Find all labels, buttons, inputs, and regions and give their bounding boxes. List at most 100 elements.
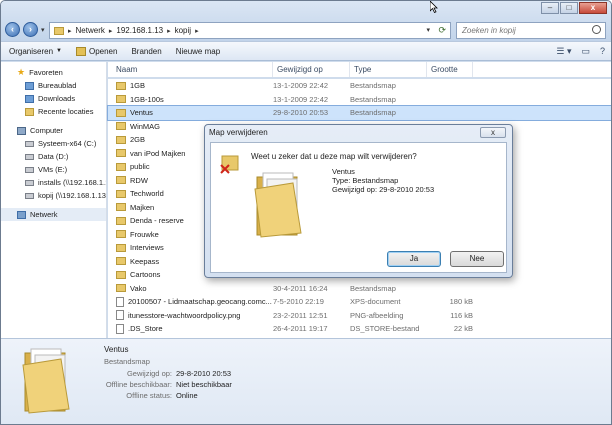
folder-icon [116,162,126,171]
large-folder-icon [254,172,302,238]
file-name-cell: 1GB-100s [108,95,273,104]
preview-pane-icon[interactable]: ▭ [581,46,590,57]
column-header-type[interactable]: Type [350,62,427,77]
chevron-down-icon: ▼ [56,48,62,54]
file-row[interactable]: Vako 30-4-2011 16:24 Bestandsmap [108,282,611,296]
nav-downloads[interactable]: Downloads [1,92,106,105]
column-header-date[interactable]: Gewijzigd op [273,62,350,77]
nav-computer[interactable]: Computer [1,124,106,137]
details-modified-row: Gewijzigd op: 29-8-2010 20:53 [61,369,261,378]
file-name: 1GB [130,81,146,91]
folder-icon [116,95,126,104]
title-bar: – □ x ‹ › ▾ ▸ Netwerk ▸ 192.168.1.13 ▸ k… [1,1,611,41]
folder-icon [116,243,126,252]
chevron-right-icon[interactable]: ▸ [167,27,171,35]
file-name: Interviews [130,243,164,253]
nav-drive-d[interactable]: Data (D:) [1,150,106,163]
nav-favorites[interactable]: ★ Favoreten [1,66,106,79]
drive-icon [25,140,34,147]
nav-drive-kopij[interactable]: kopij (\\192.168.1.13 [1,189,106,202]
file-name-cell: Ventus [108,108,273,117]
no-button[interactable]: Nee [450,251,504,267]
nav-label: Computer [30,126,63,135]
breadcrumb-kopij[interactable]: kopij [175,26,191,35]
file-row[interactable]: 1GB-100s 13-1-2009 22:42 Bestandsmap [108,93,611,107]
file-row[interactable]: 1GB 13-1-2009 22:42 Bestandsmap [108,79,611,93]
file-type: Bestandsmap [350,94,396,104]
column-header-size[interactable]: Grootte [427,62,473,77]
folder-icon [116,108,126,117]
refresh-icon[interactable]: ⟳ [438,25,446,36]
yes-button[interactable]: Ja [387,251,441,267]
nav-recent[interactable]: Recente locaties [1,105,106,118]
nav-drive-c[interactable]: Systeem-x64 (C:) [1,137,106,150]
file-date: 13-1-2009 22:42 [273,81,329,91]
search-input[interactable]: Zoeken in kopij [456,22,606,39]
burn-button[interactable]: Branden [131,47,161,56]
file-date: 26-4-2011 19:17 [273,324,328,334]
nav-drive-installs[interactable]: installs (\\192.168.1.13 [1,176,106,189]
breadcrumb-host[interactable]: 192.168.1.13 [116,26,163,35]
column-header-name[interactable]: Naam [108,62,273,77]
nav-label: Systeem-x64 (C:) [38,139,97,148]
back-button[interactable]: ‹ [5,22,20,37]
file-row[interactable]: Ventus 29-8-2010 20:53 Bestandsmap [107,105,611,121]
window-controls: – □ x [540,2,607,14]
document-icon [116,310,124,321]
details-value: Online [176,391,198,400]
details-offline-status-row: Offline status: Online [61,391,261,400]
file-name: Vako [130,283,147,293]
file-type: XPS-document [350,297,401,307]
file-row[interactable]: .DS_Store 26-4-2011 19:17 DS_STORE-bestand… [108,322,611,336]
nav-network[interactable]: Netwerk [1,208,106,221]
open-button[interactable]: Openen [75,46,117,56]
dialog-question: Weet u zeker dat u deze map wilt verwijd… [251,152,417,161]
file-name: WinMAG [130,121,160,131]
chevron-right-icon[interactable]: ▸ [68,27,72,35]
forward-button[interactable]: › [23,22,38,37]
document-icon [116,296,124,307]
open-folder-icon [75,46,86,56]
view-options-icon[interactable]: ☰ ▾ [556,46,571,57]
chevron-right-icon[interactable]: ▸ [109,27,113,35]
nav-label: Favoreten [29,68,63,77]
nav-label: Bureaublad [38,81,77,90]
file-row[interactable]: 20100507 - Lidmaatschap.geocang.comc... 7… [108,295,611,309]
close-button[interactable]: x [579,2,607,14]
recent-pages-dropdown-icon[interactable]: ▾ [41,26,45,34]
file-date: 7-5-2010 22:19 [273,297,324,307]
folder-icon [116,81,126,90]
nav-label: Downloads [38,94,76,103]
address-bar[interactable]: ▸ Netwerk ▸ 192.168.1.13 ▸ kopij ▸ ▾ ⟳ [49,22,451,39]
new-folder-button[interactable]: Nieuwe map [176,47,220,56]
folder-icon [116,149,126,158]
help-icon[interactable]: ? [600,46,605,57]
maximize-button[interactable]: □ [560,2,578,14]
search-icon [592,25,601,34]
nav-desktop[interactable]: Bureaublad [1,79,106,92]
delete-folder-icon [220,155,239,174]
nav-drive-e[interactable]: VMs (E:) [1,163,106,176]
file-row[interactable]: itunesstore-wachtwoordpolicy.png 23-2-201… [108,309,611,323]
folder-icon [116,122,126,131]
downloads-icon [25,94,34,103]
address-dropdown-icon[interactable]: ▾ [426,26,430,34]
file-name: 20100507 - Lidmaatschap.geocang.comc... [128,297,272,307]
folder-icon [116,203,126,212]
details-name: Ventus [104,345,129,354]
file-name-cell: 20100507 - Lidmaatschap.geocang.comc... [108,296,273,307]
new-folder-label: Nieuwe map [175,46,221,56]
breadcrumb-netwerk[interactable]: Netwerk [76,26,105,35]
nav-label: Netwerk [30,210,58,219]
dialog-close-button[interactable]: x [480,127,506,138]
details-pane: Ventus Bestandsmap Gewijzigd op: 29-8-20… [1,338,611,424]
details-type: Bestandsmap [104,357,150,366]
chevron-right-icon[interactable]: ▸ [195,27,199,35]
details-value: 29-8-2010 20:53 [176,369,232,378]
details-label: Offline beschikbaar: [105,380,172,389]
dialog-body: Weet u zeker dat u deze map wilt verwijd… [210,142,507,273]
minimize-button[interactable]: – [541,2,559,14]
folder-icon [116,257,126,266]
folder-icon [116,284,126,293]
organize-button[interactable]: Organiseren ▼ [9,47,62,56]
